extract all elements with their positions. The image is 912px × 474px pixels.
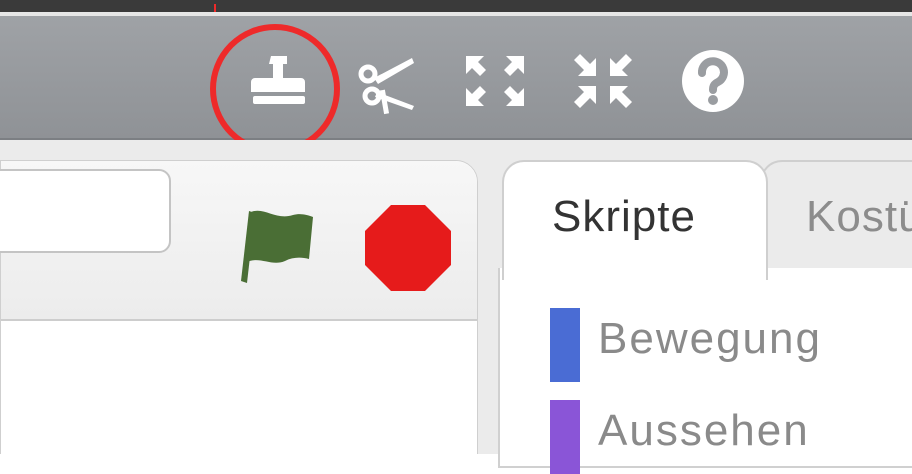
category-looks-label: Aussehen [598, 406, 810, 455]
scripts-editor-panel: Kostüme Skripte Bewegung Aussehen [486, 160, 912, 474]
stage-canvas[interactable] [1, 323, 477, 455]
cursor-tools-toolbar [0, 16, 912, 154]
project-title-input[interactable] [0, 169, 171, 253]
shrink-tool-button[interactable] [568, 46, 638, 116]
grow-icon [466, 56, 524, 106]
stamp-tool-button[interactable] [244, 46, 314, 116]
category-looks-swatch [550, 400, 580, 474]
green-flag-button[interactable] [223, 197, 319, 293]
shrink-icon [574, 54, 632, 108]
help-icon [682, 50, 744, 112]
stamp-icon [251, 56, 305, 104]
tab-scripts-label: Skripte [552, 192, 696, 241]
scissors-tool-button[interactable] [352, 46, 422, 116]
artifact-mark [214, 4, 216, 12]
grow-tool-button[interactable] [460, 46, 530, 116]
category-motion-swatch [550, 308, 580, 382]
block-categories-area: Bewegung Aussehen [498, 268, 912, 474]
stop-icon [365, 205, 451, 291]
tab-costumes-label: Kostüme [806, 192, 912, 241]
tab-scripts[interactable]: Skripte [502, 160, 768, 280]
stage-panel [0, 160, 478, 455]
stop-button[interactable] [363, 203, 453, 293]
stage-header [0, 161, 477, 321]
window-top-strip [0, 0, 912, 12]
tab-costumes[interactable]: Kostüme [760, 160, 912, 280]
category-motion-label: Bewegung [598, 314, 822, 363]
help-tool-button[interactable] [678, 46, 748, 116]
scissors-icon [358, 58, 414, 115]
green-flag-icon [241, 210, 313, 283]
